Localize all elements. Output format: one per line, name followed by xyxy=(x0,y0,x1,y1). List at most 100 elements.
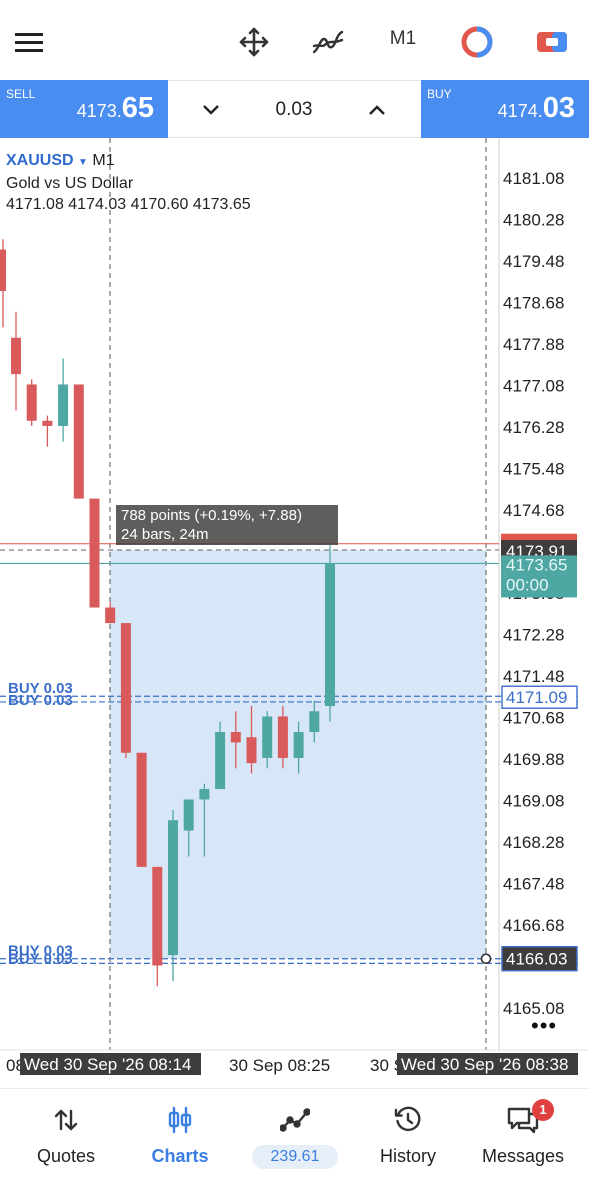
candle-body xyxy=(215,732,226,790)
messages-badge: 1 xyxy=(532,1099,554,1121)
top-toolbar: M1 xyxy=(0,0,589,80)
symbol-timeframe: M1 xyxy=(92,152,115,169)
candle-body xyxy=(246,737,257,764)
indicators-icon[interactable] xyxy=(308,22,348,62)
candle-body xyxy=(42,420,53,426)
sell-price-big: 65 xyxy=(121,92,154,124)
candle-body xyxy=(152,866,163,966)
buy-button[interactable]: BUY 4174.03 xyxy=(421,80,589,138)
chevron-down-icon xyxy=(203,105,219,115)
timeframe-button[interactable]: M1 xyxy=(380,28,426,54)
candle-body xyxy=(183,799,194,831)
buy-label: BUY xyxy=(427,87,452,101)
candle-body xyxy=(73,384,84,499)
sell-button[interactable]: SELL 4173.65 xyxy=(0,80,168,138)
history-clock-icon xyxy=(349,1103,467,1137)
candle-body xyxy=(262,716,273,758)
price-tick-label: 4166.68 xyxy=(503,916,564,935)
price-tick-label: 4175.48 xyxy=(503,460,564,479)
price-tick-label: 4174.68 xyxy=(503,501,564,520)
quotes-arrows-icon xyxy=(7,1103,125,1137)
sell-price-main: 4173. xyxy=(76,101,122,121)
price-tick-label: 4181.08 xyxy=(503,169,564,188)
messages-chat-icon xyxy=(464,1103,582,1137)
nav-quotes[interactable]: Quotes xyxy=(7,1089,125,1189)
symbol-name[interactable]: XAUUSD xyxy=(6,152,74,169)
nav-charts-label: Charts xyxy=(151,1146,209,1166)
candle-body xyxy=(136,752,147,867)
price-tick-label: 4180.28 xyxy=(503,211,564,230)
nav-messages[interactable]: 1 Messages xyxy=(464,1089,582,1189)
price-tick-label: 4176.28 xyxy=(503,418,564,437)
crosshair-low-price-label: 4166.03 xyxy=(506,950,567,969)
price-tick-label: 4170.68 xyxy=(503,709,564,728)
volume-increase-button[interactable] xyxy=(362,95,392,125)
nav-messages-label: Messages xyxy=(481,1146,565,1166)
candle-body xyxy=(26,384,37,421)
candle-body xyxy=(168,820,178,956)
volume-decrease-button[interactable] xyxy=(196,95,226,125)
candle-timer-label: 00:00 xyxy=(506,575,549,594)
price-tick-label: 4169.88 xyxy=(503,750,564,769)
measure-points: 788 points (+0.19%, +7.88) xyxy=(121,507,302,524)
symbol-dropdown-icon[interactable]: ▼ xyxy=(78,157,88,168)
candle-body xyxy=(58,384,69,426)
order-label: BUY 0.03 xyxy=(8,951,73,968)
symbol-description: Gold vs US Dollar xyxy=(6,175,134,192)
trade-panel: SELL 4173.65 0.03 BUY 4174.03 xyxy=(0,80,589,138)
color-scheme-icon[interactable] xyxy=(457,22,497,62)
order-label: BUY 0.03 xyxy=(8,692,73,709)
price-tick-label: 4179.48 xyxy=(503,252,564,271)
price-tick-label: 4168.28 xyxy=(503,833,564,852)
nav-history-label: History xyxy=(379,1146,436,1166)
candle-body xyxy=(277,716,288,758)
volume-input[interactable]: 0.03 xyxy=(264,99,324,121)
candle-body xyxy=(105,607,116,624)
candle-body xyxy=(325,563,335,707)
nav-charts[interactable]: Charts xyxy=(121,1089,239,1189)
candle-body xyxy=(199,789,210,800)
crosshair-anchor-point xyxy=(480,953,492,965)
volume-selector: 0.03 xyxy=(168,80,421,138)
buy-price-main: 4174. xyxy=(497,101,543,121)
candle-body xyxy=(0,249,6,292)
trade-trend-icon xyxy=(236,1103,354,1137)
hamburger-menu-icon[interactable] xyxy=(9,22,49,62)
chevron-up-icon xyxy=(369,105,385,115)
sell-label: SELL xyxy=(6,87,36,101)
time-highlight-right-label: Wed 30 Sep '26 08:38 xyxy=(401,1055,568,1074)
candlestick-chart[interactable]: BUY 0.03BUY 0.03BUY 0.03BUY 0.034181.084… xyxy=(0,138,589,1088)
order-price-label: 4171.09 xyxy=(506,688,567,707)
symbol-info: XAUUSD ▼ M1 Gold vs US Dollar 4171.08 41… xyxy=(6,150,251,215)
buy-price: 4174.03 xyxy=(498,92,575,125)
nav-trade[interactable]: 239.61 xyxy=(236,1089,354,1189)
time-tick-label: 30 Sep 08:25 xyxy=(229,1056,330,1075)
one-click-trade-icon[interactable] xyxy=(532,22,572,62)
price-tick-label: 4169.08 xyxy=(503,792,564,811)
price-tick-label: 4177.08 xyxy=(503,377,564,396)
chart-area[interactable]: BUY 0.03 BUY 0.03 BUY 0.03 BUY 0.03 4181.08 4… xyxy=(0,138,589,1088)
price-tick-label: 4177.88 xyxy=(503,335,564,354)
app: M1 SELL 4173.65 0.03 BUY 4174.03 BUY 0.0… xyxy=(0,0,589,1200)
measure-bars: 24 bars, 24m xyxy=(121,526,209,543)
price-tick-label: 4178.68 xyxy=(503,294,564,313)
buy-price-big: 03 xyxy=(542,92,575,124)
price-tick-label: 4167.48 xyxy=(503,875,564,894)
candle-body xyxy=(293,732,304,758)
balance-value: 239.61 xyxy=(252,1145,338,1169)
candle-body xyxy=(11,337,21,375)
time-highlight-left-label: Wed 30 Sep '26 08:14 xyxy=(24,1055,191,1074)
more-dots-icon[interactable]: ••• xyxy=(531,1013,557,1039)
crosshair-move-icon[interactable] xyxy=(234,22,274,62)
price-tick-label: 4172.28 xyxy=(503,626,564,645)
nav-quotes-label: Quotes xyxy=(36,1146,96,1166)
candles-chart-icon xyxy=(121,1103,239,1137)
price-tick-label: 4171.48 xyxy=(503,667,564,686)
candle-body xyxy=(89,498,100,608)
symbol-ohlc: 4171.08 4174.03 4170.60 4173.65 xyxy=(6,196,251,213)
measure-tooltip: 788 points (+0.19%, +7.88) 24 bars, 24m xyxy=(116,505,338,545)
sell-price: 4173.65 xyxy=(77,92,154,125)
nav-history[interactable]: History xyxy=(349,1089,467,1189)
symbol-header[interactable]: XAUUSD ▼ M1 xyxy=(6,150,251,173)
bottom-navigation: Quotes Charts 239.61 History 1 Messages xyxy=(0,1088,589,1200)
